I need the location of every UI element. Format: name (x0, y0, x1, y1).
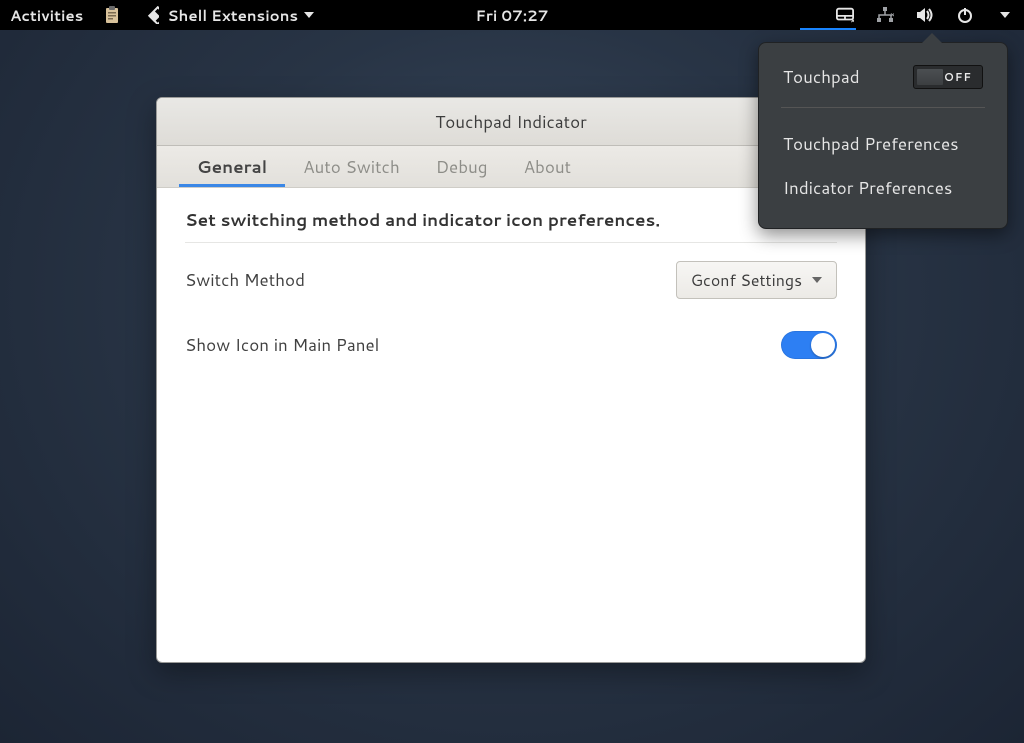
tab-debug[interactable]: Debug (418, 146, 506, 187)
tab-auto-switch[interactable]: Auto Switch (285, 146, 418, 187)
app-menu-label: Shell Extensions (167, 5, 298, 26)
window-title: Touchpad Indicator (435, 110, 587, 134)
network-indicator[interactable]: × (868, 6, 902, 24)
show-icon-switch[interactable] (781, 331, 837, 359)
toggle-knob (916, 68, 944, 86)
touchpad-icon: × (836, 6, 854, 24)
volume-indicator[interactable] (908, 6, 942, 24)
clock[interactable]: Fri 07:27 (476, 5, 549, 26)
active-indicator-underline (800, 28, 856, 30)
app-menu[interactable]: Shell Extensions (131, 0, 324, 30)
clipboard-icon (103, 6, 121, 24)
power-icon (956, 6, 974, 24)
power-indicator[interactable] (948, 6, 982, 24)
tab-general[interactable]: General (179, 146, 285, 187)
switch-method-value: Gconf Settings (691, 269, 802, 292)
show-icon-row: Show Icon in Main Panel (185, 331, 837, 359)
indicator-preferences-link[interactable]: Indicator Preferences (759, 166, 1007, 210)
switch-method-combo[interactable]: Gconf Settings (676, 261, 837, 299)
switch-thumb (811, 333, 835, 357)
touchpad-popover: Touchpad OFF Touchpad Preferences Indica… (758, 42, 1008, 229)
top-bar: Activities Shell Extensions Fri 07:27 × … (0, 0, 1024, 30)
chevron-down-icon (304, 12, 314, 18)
popover-separator (781, 107, 985, 108)
touchpad-indicator-tray[interactable]: × (828, 6, 862, 24)
svg-text:×: × (850, 16, 854, 23)
system-menu-chevron[interactable] (988, 12, 1016, 18)
touchpad-toggle-row: Touchpad OFF (759, 61, 1007, 93)
section-divider (185, 242, 837, 243)
clipboard-indicator[interactable] (93, 0, 131, 30)
tab-about[interactable]: About (506, 146, 590, 187)
volume-icon (916, 6, 934, 24)
section-description: Set switching method and indicator icon … (185, 208, 837, 232)
touchpad-preferences-link[interactable]: Touchpad Preferences (759, 122, 1007, 166)
chevron-down-icon (812, 277, 822, 283)
show-icon-label: Show Icon in Main Panel (185, 333, 379, 357)
switch-method-row: Switch Method Gconf Settings (185, 261, 837, 299)
switch-method-label: Switch Method (185, 268, 305, 292)
toggle-state-text: OFF (944, 69, 972, 85)
network-disconnected-icon: × (876, 6, 894, 24)
activities-button[interactable]: Activities (0, 0, 93, 30)
chevron-down-icon (1000, 12, 1010, 18)
extensions-icon (141, 6, 159, 24)
touchpad-label: Touchpad (783, 65, 860, 89)
svg-text:×: × (890, 10, 894, 20)
touchpad-toggle[interactable]: OFF (913, 65, 983, 89)
